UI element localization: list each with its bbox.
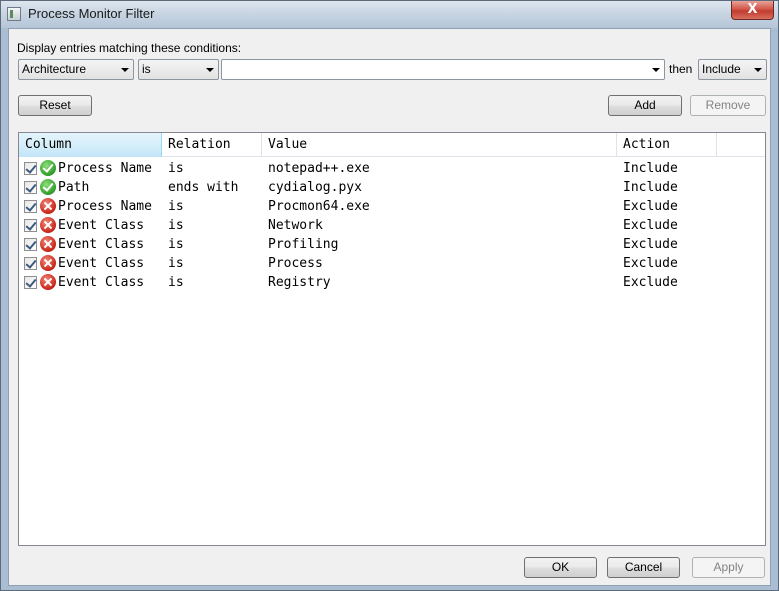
cell-column: Event Class: [58, 237, 145, 252]
exclude-icon: [40, 255, 56, 271]
exclude-icon: [40, 198, 56, 214]
dialog-client-area: Display entries matching these condition…: [8, 28, 771, 586]
table-row[interactable]: Event Class is Network Exclude: [19, 216, 765, 235]
cell-relation: is: [168, 218, 184, 233]
header-column[interactable]: Column: [19, 133, 162, 157]
cell-column: Event Class: [58, 256, 145, 271]
header-action[interactable]: Action: [617, 133, 717, 157]
enabled-checkbox[interactable]: [24, 181, 37, 194]
apply-button[interactable]: Apply: [692, 557, 765, 578]
exclude-icon: [40, 217, 56, 233]
cell-action: Exclude: [623, 256, 678, 271]
column-select-value: Architecture: [22, 62, 87, 76]
cell-action: Exclude: [623, 199, 678, 214]
relation-select-value: is: [142, 62, 151, 76]
cell-action: Exclude: [623, 218, 678, 233]
enabled-checkbox[interactable]: [24, 238, 37, 251]
cell-column: Path: [58, 180, 90, 195]
cell-action: Exclude: [623, 275, 678, 290]
cell-column: Event Class: [58, 218, 145, 233]
window-title: Process Monitor Filter: [28, 6, 155, 21]
enabled-checkbox[interactable]: [24, 219, 37, 232]
cell-relation: is: [168, 161, 184, 176]
table-row[interactable]: Event Class is Profiling Exclude: [19, 235, 765, 254]
table-row[interactable]: Process Name is notepad++.exe Include: [19, 159, 765, 178]
add-button[interactable]: Add: [608, 95, 682, 116]
action-select[interactable]: Include: [698, 59, 767, 80]
app-icon: [7, 7, 21, 21]
table-row[interactable]: Process Name is Procmon64.exe Exclude: [19, 197, 765, 216]
table-row[interactable]: Event Class is Process Exclude: [19, 254, 765, 273]
cell-relation: is: [168, 237, 184, 252]
then-label: then: [669, 62, 693, 76]
cancel-button[interactable]: Cancel: [607, 557, 680, 578]
enabled-checkbox[interactable]: [24, 257, 37, 270]
include-icon: [40, 160, 56, 176]
title-bar[interactable]: Process Monitor Filter: [1, 1, 778, 28]
cell-relation: is: [168, 275, 184, 290]
header-value[interactable]: Value: [262, 133, 617, 157]
cell-value: notepad++.exe: [268, 161, 370, 176]
chevron-down-icon: [206, 68, 214, 72]
cell-value: Procmon64.exe: [268, 199, 370, 214]
exclude-icon: [40, 274, 56, 290]
cell-value: Network: [268, 218, 323, 233]
cell-column: Event Class: [58, 275, 145, 290]
header-relation[interactable]: Relation: [162, 133, 262, 157]
cell-value: Process: [268, 256, 323, 271]
cell-value: Profiling: [268, 237, 339, 252]
remove-button[interactable]: Remove: [690, 95, 766, 116]
cell-action: Include: [623, 180, 678, 195]
exclude-icon: [40, 236, 56, 252]
relation-select[interactable]: is: [138, 59, 219, 80]
action-select-value: Include: [702, 62, 741, 76]
cell-column: Process Name: [58, 199, 152, 214]
column-select[interactable]: Architecture: [18, 59, 134, 80]
enabled-checkbox[interactable]: [24, 200, 37, 213]
enabled-checkbox[interactable]: [24, 276, 37, 289]
table-row[interactable]: Path ends with cydialog.pyx Include: [19, 178, 765, 197]
ok-button[interactable]: OK: [524, 557, 597, 578]
chevron-down-icon: [754, 68, 762, 72]
table-row[interactable]: Event Class is Registry Exclude: [19, 273, 765, 292]
close-button[interactable]: X: [731, 1, 774, 20]
list-header: Column Relation Value Action: [19, 133, 765, 157]
cell-value: Registry: [268, 275, 331, 290]
cell-relation: is: [168, 256, 184, 271]
filter-dialog-window: Process Monitor Filter X Display entries…: [0, 0, 779, 591]
conditions-label: Display entries matching these condition…: [17, 41, 242, 55]
chevron-down-icon: [652, 68, 660, 72]
cell-relation: ends with: [168, 180, 239, 195]
reset-button[interactable]: Reset: [18, 95, 92, 116]
cell-action: Include: [623, 161, 678, 176]
cell-value: cydialog.pyx: [268, 180, 362, 195]
filter-list[interactable]: Column Relation Value Action Process Nam…: [18, 132, 766, 546]
value-combo-input[interactable]: [221, 59, 665, 80]
enabled-checkbox[interactable]: [24, 162, 37, 175]
cell-relation: is: [168, 199, 184, 214]
chevron-down-icon: [121, 68, 129, 72]
include-icon: [40, 179, 56, 195]
cell-action: Exclude: [623, 237, 678, 252]
cell-column: Process Name: [58, 161, 152, 176]
